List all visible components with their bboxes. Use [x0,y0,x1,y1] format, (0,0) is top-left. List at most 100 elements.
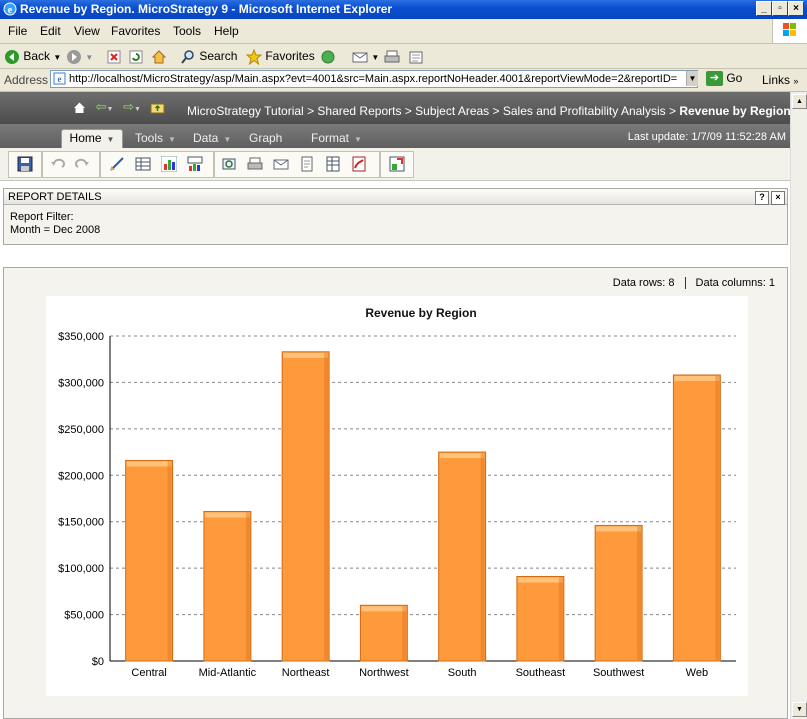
report-filter-label: Report Filter: [10,211,74,223]
minimize-button[interactable]: _ [756,1,772,16]
toolbar-group-export [214,151,380,178]
x-tick-label: Central [131,667,166,679]
breadcrumb-separator: > [668,104,680,118]
breadcrumb-item-shared-reports[interactable]: > Shared Reports [307,104,401,118]
x-tick-label: Southeast [516,667,566,679]
bar-highlight [361,606,407,612]
search-button[interactable]: Search [180,47,237,65]
bar-shade [245,512,250,660]
breadcrumb-item-subject-areas[interactable]: > Subject Areas [405,104,489,118]
home-button[interactable] [151,47,167,65]
bar-shade [324,352,329,660]
vertical-scrollbar[interactable]: ▲ ▼ [790,92,807,719]
edit-button[interactable] [408,47,424,65]
tab-graph[interactable]: Graph [249,128,282,148]
data-columns-count: Data columns: 1 [695,277,775,289]
toolbar-group-options [380,151,414,178]
design-mode-icon[interactable] [109,156,125,172]
bar [359,604,408,662]
close-details-button[interactable]: × [771,191,785,205]
x-tick-label: Southwest [593,667,644,679]
go-button[interactable]: ➔ Go [706,71,743,87]
bar [672,374,721,662]
close-window-button[interactable]: × [788,1,804,16]
x-tick-label: Mid-Atlantic [199,667,257,679]
window-title: Revenue by Region. MicroStrategy 9 - Mic… [20,2,393,16]
breadcrumb-item-sales-profitability[interactable]: > Sales and Profitability Analysis [493,104,666,118]
back-arrow-icon[interactable]: ⇦ [96,99,107,114]
chart-frame: Revenue by Region $0 $50,000 $100,000 $150,0… [46,296,748,696]
menu-favorites[interactable]: Favorites [111,24,160,38]
tab-data[interactable]: Data ▼ [193,128,231,148]
send-email-icon[interactable] [273,156,289,172]
breadcrumb-item-tutorial[interactable]: MicroStrategy Tutorial [187,104,304,118]
grid-view-icon[interactable] [135,156,151,172]
tab-format-label: Format [311,131,350,145]
bar-shade [637,526,642,660]
home-icon [151,50,167,64]
menu-edit[interactable]: Edit [40,24,61,38]
media-button[interactable] [320,47,336,65]
y-tick-label: $300,000 [58,377,104,389]
up-folder-icon[interactable] [150,101,165,114]
print-button[interactable] [384,47,400,65]
y-tick-label: $50,000 [64,610,104,622]
export-excel-icon[interactable] [325,156,341,172]
y-tick-label: $150,000 [58,517,104,529]
print-report-icon[interactable] [247,156,263,172]
refresh-icon [129,50,143,64]
address-label: Address [4,73,49,87]
page-by-icon[interactable] [389,156,405,172]
scroll-up-button[interactable]: ▲ [792,94,807,109]
address-input[interactable]: e http://localhost/MicroStrategy/asp/Mai… [50,70,698,88]
menu-file[interactable]: File [8,24,27,38]
undo-icon[interactable] [50,156,66,172]
scroll-down-button[interactable]: ▼ [792,702,807,717]
browser-toolbar: Back ▼ ▼ Search Favorites ▼ [0,44,807,69]
menu-help[interactable]: Help [214,24,239,38]
bar-shade [715,376,720,660]
favorites-button[interactable]: Favorites [246,47,315,65]
refresh-button[interactable] [128,47,144,65]
redo-icon[interactable] [74,156,90,172]
forward-button[interactable]: ▼ [66,47,93,65]
forward-arrow-icon[interactable]: ⇨ [123,99,134,114]
bar-shade [167,461,172,660]
x-tick-label: South [448,667,477,679]
go-arrow-icon: ➔ [706,71,723,87]
links-button[interactable]: Links » [762,73,798,87]
x-tick-label: Web [686,667,708,679]
mail-icon [352,52,368,63]
mail-button[interactable]: ▼ [352,47,379,65]
help-button[interactable]: ? [755,191,769,205]
back-label: Back [23,49,51,63]
bar-shade [558,577,563,660]
grid-graph-view-icon[interactable] [187,156,203,172]
bar [438,451,487,662]
document-icon [409,51,423,64]
toolbar-group-undo [42,151,100,178]
home-icon[interactable] [73,101,86,114]
bar-highlight [439,453,485,459]
go-label: Go [726,71,743,85]
bar-highlight [674,376,720,381]
report-filter: Report Filter: Month = Dec 2008 [10,211,100,237]
report-filter-value: Month = Dec 2008 [10,224,101,236]
graph-view-icon[interactable] [161,156,177,172]
export-icon[interactable] [299,156,315,172]
restore-button[interactable]: ▫ [772,1,788,16]
menu-tools[interactable]: Tools [173,24,201,38]
svg-text:e: e [8,5,13,16]
tab-format[interactable]: Format ▼ [311,128,362,148]
save-icon[interactable] [17,156,33,172]
address-dropdown-button[interactable]: ▼ [686,71,698,86]
x-tick-label: Northwest [359,667,409,679]
revenue-bar-chart: Revenue by Region $0 $50,000 $100,000 $150,0… [58,306,736,679]
back-button[interactable]: Back ▼ [4,47,61,65]
tab-tools[interactable]: Tools ▼ [135,128,176,148]
menu-view[interactable]: View [74,24,100,38]
tab-home[interactable]: Home ▼ [61,129,123,149]
stop-button[interactable] [106,47,122,65]
refresh-report-icon[interactable] [221,156,237,172]
export-pdf-icon[interactable] [351,156,367,172]
